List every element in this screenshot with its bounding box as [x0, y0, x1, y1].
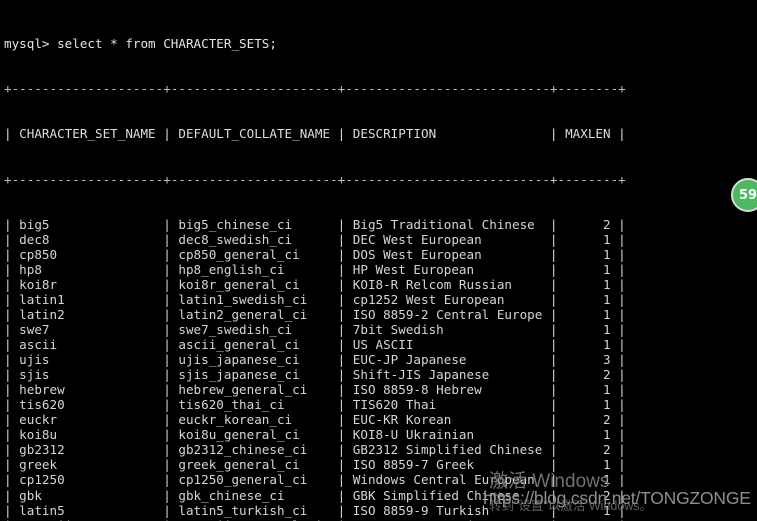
table-row: | armscii8 | armscii8_general_ci | ARMSC… — [4, 518, 757, 521]
table-row: | dec8 | dec8_swedish_ci | DEC West Euro… — [4, 231, 626, 247]
table-rule-top: +--------------------+------------------… — [4, 81, 626, 97]
score-badge-value: 59 — [738, 187, 757, 203]
table-row: | gb2312 | gb2312_chinese_ci | GB2312 Si… — [4, 442, 626, 458]
terminal-window[interactable]: mysql> select * from CHARACTER_SETS; +--… — [0, 0, 757, 521]
table-row: | koi8r | koi8r_general_ci | KOI8-R Relc… — [4, 276, 626, 292]
table-row: | latin2 | latin2_general_ci | ISO 8859-… — [4, 306, 626, 322]
table-row: | tis620 | tis620_thai_ci | TIS620 Thai … — [4, 397, 626, 413]
score-badge[interactable]: 59 — [731, 178, 757, 212]
table-row: | cp1250 | cp1250_general_ci | Windows C… — [4, 472, 626, 488]
table-row: | cp850 | cp850_general_ci | DOS West Eu… — [4, 246, 626, 262]
table-rule-header: +--------------------+------------------… — [4, 171, 626, 187]
table-row: | euckr | euckr_korean_ci | EUC-KR Korea… — [4, 412, 626, 428]
table-row: | gbk | gbk_chinese_ci | GBK Simplified … — [4, 487, 626, 503]
table-row: | ascii | ascii_general_ci | US ASCII | … — [4, 337, 626, 353]
table-body: | big5 | big5_chinese_ci | Big5 Traditio… — [4, 217, 757, 521]
table-row: | sjis | sjis_japanese_ci | Shift-JIS Ja… — [4, 367, 626, 383]
table-row: | koi8u | koi8u_general_ci | KOI8-U Ukra… — [4, 427, 626, 443]
table-row: | latin5 | latin5_turkish_ci | ISO 8859-… — [4, 502, 626, 518]
table-row: | hebrew | hebrew_general_ci | ISO 8859-… — [4, 382, 626, 398]
table-row: | ujis | ujis_japanese_ci | EUC-JP Japan… — [4, 352, 626, 368]
table-row: | big5 | big5_chinese_ci | Big5 Traditio… — [4, 216, 626, 232]
mysql-prompt-line: mysql> select * from CHARACTER_SETS; — [4, 36, 277, 52]
table-row: | greek | greek_general_ci | ISO 8859-7 … — [4, 457, 626, 473]
table-row: | swe7 | swe7_swedish_ci | 7bit Swedish … — [4, 321, 626, 337]
table-row: | latin1 | latin1_swedish_ci | cp1252 We… — [4, 291, 626, 307]
table-row: | hp8 | hp8_english_ci | HP West Europea… — [4, 261, 626, 277]
table-header-row: | CHARACTER_SET_NAME | DEFAULT_COLLATE_N… — [4, 126, 626, 142]
